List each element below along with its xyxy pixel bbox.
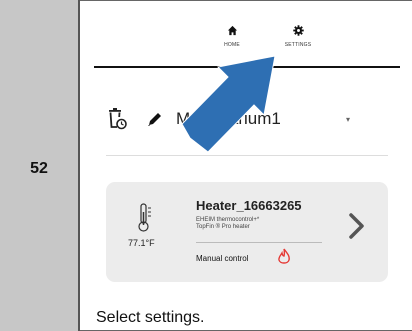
step-number-cell: 52 — [0, 0, 80, 331]
app-screen: HOME SETTINGS ▾ 77.1°F Heater_16663265 E… — [92, 1, 402, 283]
instruction-frame: HOME SETTINGS ▾ 77.1°F Heater_16663265 E… — [80, 0, 412, 331]
pointer-arrow-icon — [181, 55, 276, 153]
instruction-text: Select settings. — [96, 309, 205, 326]
step-number: 52 — [30, 159, 48, 177]
